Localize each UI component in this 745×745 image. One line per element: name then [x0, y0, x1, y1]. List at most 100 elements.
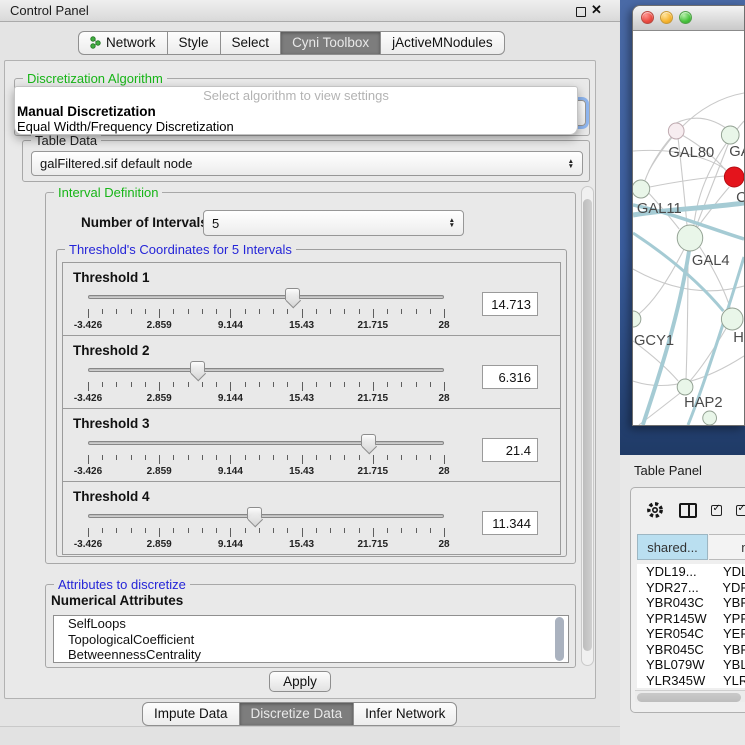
network-node[interactable]: [724, 167, 744, 187]
group-title: Discretization Algorithm: [23, 71, 167, 86]
panel-vertical-scrollbar[interactable]: [581, 186, 594, 666]
cell-shared-name[interactable]: YDR27...: [637, 580, 709, 596]
network-node[interactable]: [668, 123, 684, 139]
numerical-attributes-list[interactable]: SelfLoopsTopologicalCoefficientBetweenne…: [53, 615, 569, 663]
table-row[interactable]: YLR345WYLR3: [637, 673, 745, 689]
cell-name[interactable]: YDL1: [710, 564, 745, 580]
close-traffic-light[interactable]: [641, 11, 654, 24]
dropdown-hint: Select algorithm to view settings: [15, 87, 577, 104]
tab-infer-network[interactable]: Infer Network: [353, 702, 457, 726]
table-row[interactable]: YDL19...YDL1: [637, 564, 745, 580]
minimize-traffic-light[interactable]: [660, 11, 673, 24]
slider-ticks: [88, 455, 444, 465]
cell-name[interactable]: YBL0: [710, 657, 745, 673]
threshold-coordinates-group: Threshold's Coordinates for 5 Intervals …: [56, 249, 567, 557]
slider-thumb[interactable]: [285, 288, 300, 300]
table-panel: Table Panel shared... na YDL19...YDL1YDR…: [620, 455, 745, 745]
network-node[interactable]: [703, 411, 717, 425]
cell-shared-name[interactable]: YBL079W: [637, 657, 710, 673]
slider-tick-labels: -3.4262.8599.14415.4321.71528: [88, 466, 444, 478]
slider-tick-labels: -3.4262.8599.14415.4321.71528: [88, 539, 444, 551]
network-node[interactable]: [677, 225, 703, 251]
slider-thumb[interactable]: [190, 361, 205, 373]
table-data-combobox[interactable]: galFiltered.sif default node ▲▼: [31, 151, 583, 176]
threshold-slider[interactable]: -3.4262.8599.14415.4321.71528: [88, 287, 444, 333]
group-title: Threshold's Coordinates for 5 Intervals: [65, 242, 296, 257]
column-header-name[interactable]: na: [709, 534, 745, 560]
panel-title: Control Panel: [10, 3, 89, 18]
tab-jactivemnodules[interactable]: jActiveMNodules: [380, 31, 505, 55]
threshold-slider[interactable]: -3.4262.8599.14415.4321.71528: [88, 360, 444, 406]
list-scrollbar[interactable]: [554, 617, 567, 661]
split-panel-icon[interactable]: [679, 503, 697, 518]
slider-thumb[interactable]: [247, 507, 262, 519]
table-row[interactable]: YBR043CYBR0: [637, 595, 745, 611]
cell-name[interactable]: YDR2: [709, 580, 745, 596]
tab-cyni-toolbox[interactable]: Cyni Toolbox: [280, 31, 381, 55]
table-row[interactable]: YER054CYER0: [637, 626, 745, 642]
checkbox-icon[interactable]: [736, 505, 745, 516]
node-label: GCY1: [634, 333, 674, 349]
slider-track[interactable]: [88, 295, 444, 299]
gear-icon[interactable]: [645, 500, 665, 520]
scrollbar-thumb[interactable]: [637, 693, 741, 702]
network-node[interactable]: [721, 308, 743, 330]
slider-track[interactable]: [88, 514, 444, 518]
threshold-slider[interactable]: -3.4262.8599.14415.4321.71528: [88, 433, 444, 479]
column-header-shared[interactable]: shared...: [637, 534, 708, 560]
float-window-icon[interactable]: [576, 7, 586, 17]
cell-shared-name[interactable]: YDL19...: [637, 564, 710, 580]
node-label: C: [736, 190, 744, 206]
network-icon: [90, 36, 101, 49]
network-node[interactable]: [677, 379, 693, 395]
table-row[interactable]: YBL079WYBL0: [637, 657, 745, 673]
dropdown-option-manual[interactable]: Manual Discretization: [15, 104, 577, 119]
cell-shared-name[interactable]: YBR045C: [637, 642, 710, 658]
threshold-slider[interactable]: -3.4262.8599.14415.4321.71528: [88, 506, 444, 552]
cell-shared-name[interactable]: YBR043C: [637, 595, 710, 611]
table-row[interactable]: YBR045CYBR0: [637, 642, 745, 658]
cell-name[interactable]: YBR0: [710, 595, 745, 611]
cell-shared-name[interactable]: YER054C: [637, 626, 710, 642]
network-node[interactable]: [721, 126, 739, 144]
checkbox-icon[interactable]: [711, 505, 722, 516]
tab-network[interactable]: Network: [78, 31, 168, 55]
node-table: shared... na YDL19...YDL1YDR27...YDR2YBR…: [630, 487, 745, 713]
cell-name[interactable]: YLR3: [710, 673, 745, 689]
scrollbar-thumb[interactable]: [555, 617, 564, 661]
close-icon[interactable]: ✕: [591, 2, 602, 18]
table-horizontal-scrollbar[interactable]: [635, 690, 745, 702]
list-item[interactable]: TopologicalCoefficient: [54, 632, 568, 648]
zoom-traffic-light[interactable]: [679, 11, 692, 24]
list-item[interactable]: BetweennessCentrality: [54, 647, 568, 663]
number-of-intervals-combobox[interactable]: 5 ▲▼: [203, 210, 464, 236]
tab-discretize-data[interactable]: Discretize Data: [239, 702, 355, 726]
slider-track[interactable]: [88, 441, 444, 445]
scrollbar-thumb[interactable]: [583, 199, 592, 651]
tab-impute-data[interactable]: Impute Data: [142, 702, 240, 726]
table-row[interactable]: YDR27...YDR2: [637, 580, 745, 596]
cell-name[interactable]: YER0: [710, 626, 745, 642]
slider-track[interactable]: [88, 368, 444, 372]
network-canvas[interactable]: GAL80GACGAL11GAL4GCY1HHAP2: [633, 31, 744, 425]
threshold-value-box[interactable]: 11.344: [482, 511, 538, 535]
cell-shared-name[interactable]: YPR145W: [637, 611, 710, 627]
threshold-value-box[interactable]: 6.316: [482, 365, 538, 389]
tab-style[interactable]: Style: [167, 31, 221, 55]
table-data-group: Table Data galFiltered.sif default node …: [22, 140, 590, 182]
network-edge[interactable]: [676, 118, 727, 129]
list-item[interactable]: SelfLoops: [54, 616, 568, 632]
network-node[interactable]: [633, 180, 650, 198]
group-title: Table Data: [31, 133, 101, 148]
threshold-value-box[interactable]: 14.713: [482, 292, 538, 316]
cell-name[interactable]: YPR1: [710, 611, 745, 627]
threshold-value-box[interactable]: 21.4: [482, 438, 538, 462]
dropdown-option-equal-width[interactable]: Equal Width/Frequency Discretization: [15, 119, 577, 134]
tab-select[interactable]: Select: [220, 31, 282, 55]
slider-thumb[interactable]: [361, 434, 376, 446]
apply-button[interactable]: Apply: [269, 671, 331, 692]
table-row[interactable]: YPR145WYPR1: [637, 611, 745, 627]
cell-shared-name[interactable]: YLR345W: [637, 673, 710, 689]
combobox-value: galFiltered.sif default node: [40, 156, 192, 171]
cell-name[interactable]: YBR0: [710, 642, 745, 658]
